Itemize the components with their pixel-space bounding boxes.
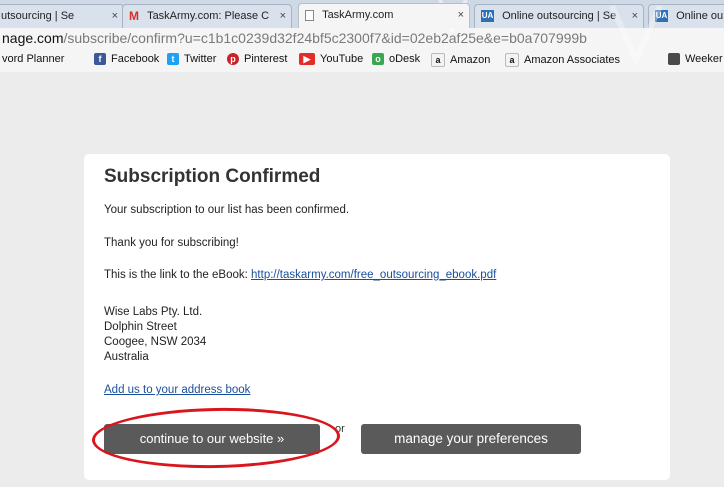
bookmark-pinterest[interactable]: p Pinterest: [227, 53, 287, 65]
tab-strip: utsourcing | Se × M TaskArmy.com: Please…: [0, 0, 724, 28]
tab-title: utsourcing | Se: [1, 10, 75, 23]
url-text[interactable]: nage.com/subscribe/confirm?u=c1b1c0239d3…: [2, 30, 587, 46]
or-separator: or: [335, 423, 345, 435]
bookmark-label: Amazon: [450, 54, 491, 66]
url-path: /subscribe/confirm?u=c1b1c0239d32f24bf5c…: [63, 30, 587, 46]
bookmark-keyword-planner[interactable]: vord Planner: [2, 53, 64, 65]
bookmark-youtube[interactable]: ▶ YouTube: [299, 53, 363, 65]
confirmation-message: Your subscription to our list has been c…: [104, 204, 350, 216]
tab-title: Online ou: [676, 10, 724, 23]
bookmarks-bar: vord Planner f Facebook t Twitter p Pint…: [0, 50, 724, 73]
add-to-address-book-link[interactable]: Add us to your address book: [104, 384, 250, 396]
twitter-icon: t: [167, 53, 179, 65]
close-icon[interactable]: ×: [458, 4, 464, 26]
amazon-icon: a: [505, 53, 519, 67]
tab-taskarmy[interactable]: TaskArmy.com ×: [298, 3, 470, 28]
bookmark-label: Twitter: [184, 53, 217, 65]
tab-online-outsourcing[interactable]: UA Online outsourcing | Se ×: [474, 4, 644, 28]
amazon-icon: a: [431, 53, 445, 67]
address-line-company: Wise Labs Pty. Ltd.: [104, 306, 203, 318]
address-bar[interactable]: nage.com/subscribe/confirm?u=c1b1c0239d3…: [0, 28, 724, 51]
youtube-icon: ▶: [299, 53, 315, 65]
upwork-icon: UA: [655, 10, 668, 23]
book-icon: [668, 53, 680, 65]
bookmark-label: vord Planner: [2, 53, 65, 65]
url-host: nage.com: [2, 30, 64, 46]
continue-to-website-button[interactable]: continue to our website »: [104, 424, 320, 454]
gmail-icon: M: [129, 9, 139, 24]
page-viewport: Subscription Confirmed Your subscription…: [0, 0, 724, 487]
close-icon[interactable]: ×: [112, 5, 118, 27]
ebook-prefix: This is the link to the eBook:: [104, 269, 252, 281]
facebook-icon: f: [94, 53, 106, 65]
bookmark-odesk[interactable]: o oDesk: [372, 53, 420, 65]
address-line-city: Coogee, NSW 2034: [104, 336, 207, 348]
page-icon: [305, 9, 314, 21]
manage-preferences-button[interactable]: manage your preferences: [361, 424, 581, 454]
bookmark-amazon[interactable]: a Amazon: [431, 53, 490, 67]
close-icon[interactable]: ×: [632, 5, 638, 27]
tab-title: TaskArmy.com: [322, 9, 394, 22]
bookmark-twitter[interactable]: t Twitter: [167, 53, 216, 65]
tab-title: Online outsourcing | Se: [502, 10, 617, 23]
address-line-street: Dolphin Street: [104, 321, 177, 333]
tab-gmail-taskarmy[interactable]: M TaskArmy.com: Please C ×: [122, 4, 292, 28]
tab-online-outsourcing-2[interactable]: UA Online ou: [648, 4, 724, 28]
confirmation-card: Subscription Confirmed Your subscription…: [84, 154, 670, 480]
bookmark-label: Weeker: [685, 53, 723, 65]
bookmark-label: YouTube: [320, 53, 364, 65]
bookmark-label: Facebook: [111, 53, 160, 65]
tab-outsourcing-search[interactable]: utsourcing | Se ×: [0, 4, 124, 28]
address-book-line: Add us to your address book: [104, 384, 250, 396]
bookmark-label: Pinterest: [244, 53, 288, 65]
bookmark-label: oDesk: [389, 53, 421, 65]
tab-title: TaskArmy.com: Please C: [147, 10, 270, 23]
bookmark-amazon-associates[interactable]: a Amazon Associates: [505, 53, 620, 67]
upwork-icon: UA: [481, 10, 494, 23]
close-icon[interactable]: ×: [280, 5, 286, 27]
page-title: Subscription Confirmed: [104, 166, 321, 187]
bookmark-facebook[interactable]: f Facebook: [94, 53, 159, 65]
odesk-icon: o: [372, 53, 384, 65]
ebook-line: This is the link to the eBook: http://ta…: [104, 269, 496, 281]
thanks-message: Thank you for subscribing!: [104, 237, 239, 249]
address-line-country: Australia: [104, 351, 149, 363]
bookmark-weeker[interactable]: Weeker: [668, 53, 723, 65]
pinterest-icon: p: [227, 53, 239, 65]
bookmark-label: Amazon Associates: [524, 54, 620, 66]
ebook-link[interactable]: http://taskarmy.com/free_outsourcing_ebo…: [251, 269, 496, 281]
